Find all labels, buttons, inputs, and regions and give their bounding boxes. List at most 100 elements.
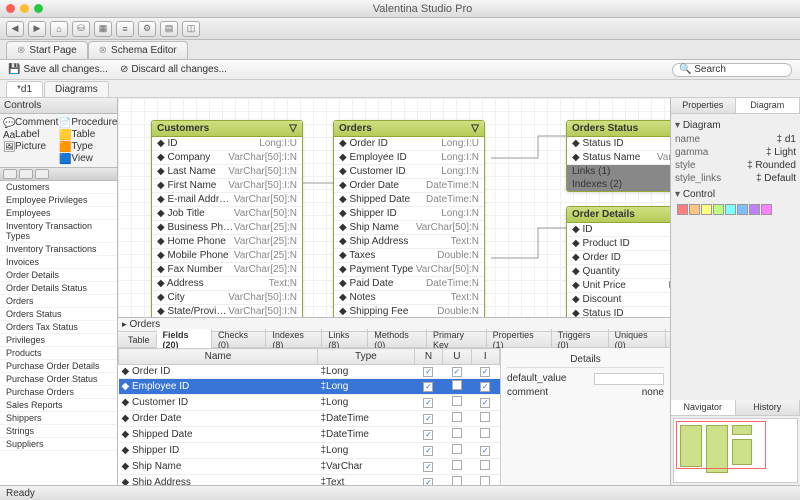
column-header[interactable]: U: [443, 349, 471, 365]
column-header[interactable]: Name: [119, 349, 318, 365]
prop-value[interactable]: ‡ Default: [756, 173, 796, 184]
checkbox[interactable]: [452, 396, 462, 406]
field-row[interactable]: ◆ AddressText:N: [152, 277, 302, 291]
diagram-button[interactable]: ◫: [182, 21, 200, 37]
navigator-minimap[interactable]: [673, 418, 798, 483]
fields-grid[interactable]: NameTypeNUI◆ Order ID‡Long✓✓✓◆ Employee …: [118, 348, 500, 485]
minimize-icon[interactable]: [20, 4, 29, 13]
control-label[interactable]: AaLabel: [3, 129, 58, 140]
prop-value[interactable]: ‡ Light: [766, 147, 796, 158]
canvas-tab-diagrams[interactable]: Diagrams: [44, 81, 109, 97]
field-row[interactable]: ◆ QuantityDouble: [567, 265, 670, 279]
checkbox[interactable]: ✓: [423, 398, 433, 408]
field-row[interactable]: ◆ Shipped Date‡DateTime✓: [119, 427, 500, 443]
color-swatch[interactable]: [701, 204, 712, 215]
forward-button[interactable]: ▶: [28, 21, 46, 37]
field-row[interactable]: ◆ Status NameVarChar[50]: [567, 151, 670, 165]
field-row[interactable]: ◆ Order IDLong:I:N: [567, 251, 670, 265]
field-row[interactable]: ◆ DiscountDouble: [567, 293, 670, 307]
field-row[interactable]: ◆ Status IDLong:I:N: [567, 307, 670, 317]
collapse-icon[interactable]: ▽: [289, 123, 297, 134]
color-swatch[interactable]: [761, 204, 772, 215]
save-all-button[interactable]: 💾Save all changes...: [8, 64, 108, 75]
field-row[interactable]: ◆ Employee ID‡Long✓✓: [119, 379, 500, 395]
tab-start-page[interactable]: ⊗ Start Page: [6, 41, 88, 59]
checkbox[interactable]: ✓: [423, 430, 433, 440]
tab-history[interactable]: History: [736, 400, 800, 415]
checkbox[interactable]: ✓: [423, 382, 433, 392]
field-row[interactable]: ◆ Payment TypeVarChar[50]:N: [334, 263, 484, 277]
field-row[interactable]: ◆ Last NameVarChar[50]:I:N: [152, 165, 302, 179]
field-row[interactable]: ◆ First NameVarChar[50]:I:N: [152, 179, 302, 193]
field-row[interactable]: ◆ Order Date‡DateTime✓: [119, 411, 500, 427]
checkbox[interactable]: ✓: [480, 367, 490, 377]
field-row[interactable]: ◆ Paid DateDateTime:N: [334, 277, 484, 291]
control-type[interactable]: 🟧Type: [59, 141, 117, 152]
checkbox[interactable]: [480, 460, 490, 470]
tree-item[interactable]: Employee Privileges: [0, 194, 117, 207]
control-table[interactable]: 🟨Table: [59, 129, 117, 140]
report-button[interactable]: ▤: [160, 21, 178, 37]
checkbox[interactable]: ✓: [480, 382, 490, 392]
tree-item[interactable]: Purchase Order Details: [0, 360, 117, 373]
tab-properties[interactable]: Properties: [671, 98, 736, 113]
color-swatch[interactable]: [713, 204, 724, 215]
color-swatch[interactable]: [689, 204, 700, 215]
field-row[interactable]: ◆ Shipper IDLong:I:N: [334, 207, 484, 221]
control-empty[interactable]: [3, 153, 58, 164]
column-header[interactable]: Type: [317, 349, 414, 365]
field-row[interactable]: ◆ Shipped DateDateTime:N: [334, 193, 484, 207]
control-picture[interactable]: 🖼Picture: [3, 141, 58, 152]
checkbox[interactable]: ✓: [423, 462, 433, 472]
field-row[interactable]: ◆ Business PhoneVarChar[25]:N: [152, 221, 302, 235]
tree-item[interactable]: Sales Reports: [0, 399, 117, 412]
entity-orders-status[interactable]: Orders Status▽◆ Status IDShort:I:U◆ Stat…: [566, 120, 670, 192]
prop-value[interactable]: ‡ Rounded: [747, 160, 796, 171]
checkbox[interactable]: ✓: [452, 367, 462, 377]
field-row[interactable]: ◆ NotesText:N: [334, 291, 484, 305]
tab-schema-editor[interactable]: ⊗ Schema Editor: [88, 41, 188, 59]
field-row[interactable]: ◆ TaxesDouble:N: [334, 249, 484, 263]
field-row[interactable]: ◆ Product IDLong:I:N: [567, 237, 670, 251]
field-row[interactable]: ◆ IDLong:I:U: [567, 223, 670, 237]
color-swatch[interactable]: [749, 204, 760, 215]
tree-item[interactable]: Order Details Status: [0, 282, 117, 295]
back-button[interactable]: ◀: [6, 21, 24, 37]
color-swatch[interactable]: [737, 204, 748, 215]
tree-item[interactable]: Orders Tax Status: [0, 321, 117, 334]
tree-item[interactable]: Privileges: [0, 334, 117, 347]
entity-customers[interactable]: Customers▽◆ IDLong:I:U◆ CompanyVarChar[5…: [151, 120, 303, 317]
tree-item[interactable]: Employees: [0, 207, 117, 220]
field-row[interactable]: ◆ Order DateDateTime:N: [334, 179, 484, 193]
tree-item[interactable]: Customers: [0, 181, 117, 194]
checkbox[interactable]: ✓: [423, 446, 433, 456]
search-input[interactable]: 🔍 Search: [672, 63, 792, 77]
field-row[interactable]: ◆ Order IDLong:I:U: [334, 137, 484, 151]
canvas-tab-d1[interactable]: *d1: [6, 81, 43, 97]
field-row[interactable]: ◆ Fax NumberVarChar[25]:N: [152, 263, 302, 277]
field-row[interactable]: ◆ Ship Name‡VarChar✓: [119, 459, 500, 475]
checkbox[interactable]: [480, 412, 490, 422]
bottom-tab-table[interactable]: Table: [122, 334, 157, 346]
tree-item[interactable]: Shippers: [0, 412, 117, 425]
entity-orders[interactable]: Orders▽◆ Order IDLong:I:U◆ Employee IDLo…: [333, 120, 485, 317]
checkbox[interactable]: [480, 476, 490, 485]
field-row[interactable]: ◆ Customer ID‡Long✓✓: [119, 395, 500, 411]
field-row[interactable]: ◆ Unit PriceDouble:N: [567, 279, 670, 293]
field-row[interactable]: ◆ Ship NameVarChar[50]:N: [334, 221, 484, 235]
field-row[interactable]: ◆ Shipper ID‡Long✓✓: [119, 443, 500, 459]
tree-item[interactable]: Inventory Transactions: [0, 243, 117, 256]
checkbox[interactable]: [452, 380, 462, 390]
discard-all-button[interactable]: ⊘Discard all changes...: [120, 64, 227, 75]
checkbox[interactable]: ✓: [480, 446, 490, 456]
field-row[interactable]: ◆ Employee IDLong:I:N: [334, 151, 484, 165]
field-row[interactable]: ◆ CityVarChar[50]:I:N: [152, 291, 302, 305]
checkbox[interactable]: ✓: [423, 414, 433, 424]
tree-item[interactable]: Order Details: [0, 269, 117, 282]
sql-button[interactable]: ≡: [116, 21, 134, 37]
entity-order-details[interactable]: Order Details▽◆ IDLong:I:U◆ Product IDLo…: [566, 206, 670, 317]
field-row[interactable]: ◆ Customer IDLong:I:N: [334, 165, 484, 179]
column-header[interactable]: N: [414, 349, 442, 365]
field-row[interactable]: ◆ State/ProvinceVarChar[50]:I:N: [152, 305, 302, 317]
query-button[interactable]: ⚙: [138, 21, 156, 37]
